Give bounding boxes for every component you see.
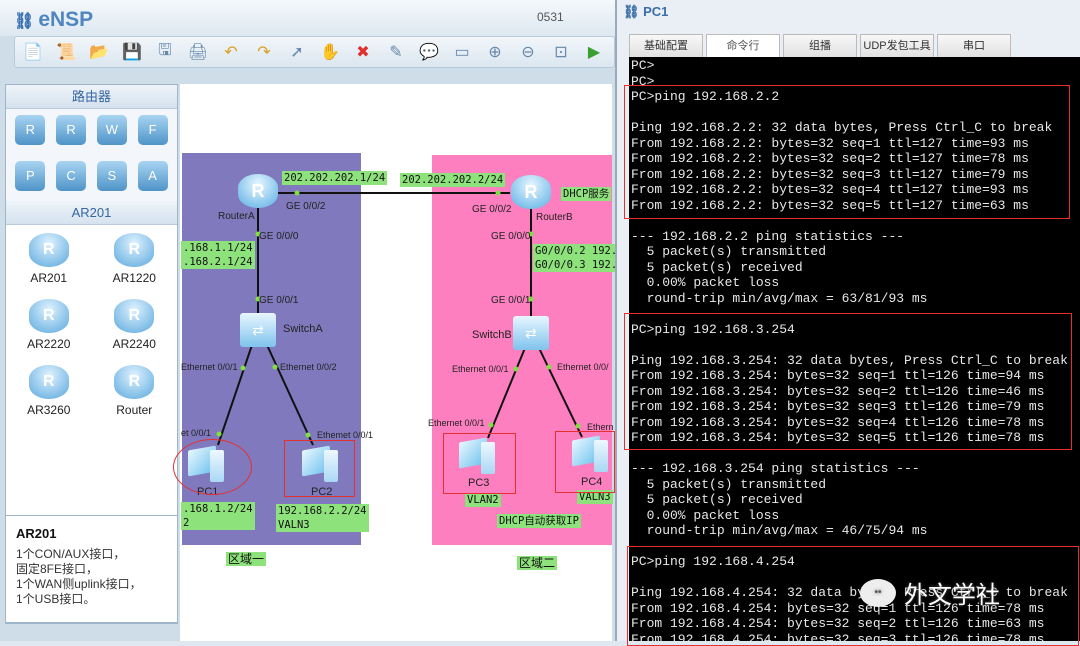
note-zone1[interactable]: 区域一 (226, 552, 267, 566)
switch-a-label: SwitchA (283, 323, 323, 335)
port-label: Ethemet 0/0/1 (317, 430, 374, 440)
watermark-text: 外文学社 (904, 582, 1000, 609)
link-sa-pc1 (217, 344, 253, 446)
router-a-icon[interactable]: R (238, 174, 278, 208)
highlight-box-pc3 (443, 433, 516, 494)
highlight-box-ping1 (624, 85, 1070, 219)
note-pc2[interactable]: 192.168.2.2/24 VALN3 (276, 504, 369, 532)
port-label: GE 0/0/0 (491, 231, 531, 242)
note-zone2[interactable]: 区域二 (517, 556, 558, 570)
window-title-text: PC1 (643, 4, 669, 19)
tab-1[interactable]: 命令行 (706, 34, 780, 57)
terminal-line: 5 packet(s) received (631, 259, 803, 275)
highlight-box-pc2 (284, 440, 355, 497)
switch-b-icon[interactable]: ⇄ (513, 316, 549, 350)
note-dhcp-auto[interactable]: DHCP自动获取IP (497, 514, 581, 528)
terminal-line: 5 packet(s) transmitted (631, 476, 827, 492)
tab-2[interactable]: 组播 (783, 34, 857, 57)
terminal-line: 5 packet(s) transmitted (631, 244, 827, 259)
link-sa-pc2 (266, 344, 314, 446)
note-ra-wan[interactable]: 202.202.202.1/24 (282, 171, 388, 185)
terminal-line: round-trip min/avg/max = 46/75/94 ms (631, 523, 928, 538)
port-label: Ethernet 0/0/ (557, 362, 609, 372)
highlight-box-ping3 (627, 546, 1079, 646)
port-label: GE 0/0/2 (472, 204, 512, 215)
terminal-line: PC> (631, 58, 655, 73)
wechat-icon: •• (860, 578, 896, 607)
port-label: Ethernet 0/0/1 (181, 362, 238, 372)
terminal-line: 5 packet(s) received (631, 492, 803, 507)
switch-b-label: SwitchB (472, 329, 512, 341)
terminal-line: --- 192.168.3.254 ping statistics --- (631, 461, 920, 476)
note-ra-lan[interactable]: .168.1.1/24 .168.2.1/24 (181, 241, 255, 269)
note-pc1[interactable]: .168.1.2/24 2 (181, 502, 255, 530)
note-rb-subif[interactable]: G0/0/0.2 192. G0/0/0.3 192. (533, 244, 620, 272)
port-label: GE 0/0/2 (286, 201, 326, 212)
note-dhcp-service[interactable]: DHCP服务 (561, 187, 612, 201)
highlight-circle-pc1 (173, 439, 252, 495)
tab-bar: 基础配置 命令行 组播 UDP发包工具 串口 (629, 34, 1011, 57)
note-pc3[interactable]: VLAN2 (465, 493, 501, 507)
terminal-line: --- 192.168.2.2 ping statistics --- (631, 228, 905, 244)
highlight-box-ping2 (624, 313, 1072, 450)
switch-a-icon[interactable]: ⇄ (240, 313, 276, 347)
port-label: GE 0/0/0 (259, 231, 299, 242)
port-label: GE 0/0/1 (491, 295, 531, 306)
window-title: ⛓ PC1 (623, 4, 668, 20)
terminal-line: 0.00% packet loss (631, 507, 780, 523)
port-label: Ethernet 0/0/1 (428, 418, 485, 428)
ensp-window: ⛓ eNSP 0531 📄 📜 📂 💾 🖫 🖨 ↶ ↷ ➚ ✋ ✖ ✎ 💬 ▭ ⊕ ⊖ ⊡ ▶ 路由器 RRWFPC… (0, 0, 620, 641)
tab-0[interactable]: 基础配置 (629, 34, 703, 57)
tab-3[interactable]: UDP发包工具 (860, 34, 934, 57)
tab-4[interactable]: 串口 (937, 34, 1011, 57)
terminal-line: 0.00% packet loss (631, 275, 780, 290)
port-label: GE 0/0/1 (259, 295, 299, 306)
terminal-line: round-trip min/avg/max = 63/81/93 ms (631, 290, 928, 306)
router-a-label: RouterA (218, 211, 255, 222)
port-label: Ethernet 0/0/1 (452, 364, 509, 374)
router-b-label: RouterB (536, 212, 573, 223)
watermark: •• 外文学社 (860, 575, 1000, 610)
pc1-window: ⛓ PC1 基础配置 命令行 组播 UDP发包工具 串口 PC> PC> PC>ping 1… (615, 0, 1080, 646)
note-rb-wan[interactable]: 202.202.202.2/24 (400, 173, 506, 187)
router-b-icon[interactable]: R (511, 175, 551, 209)
highlight-box-pc4 (555, 431, 615, 493)
ensp-logo-icon: ⛓ (623, 4, 644, 19)
port-label: Ethernet 0/0/2 (280, 362, 337, 372)
link-sb-pc3 (487, 347, 526, 439)
port-label: et 0/0/1 (181, 428, 212, 438)
